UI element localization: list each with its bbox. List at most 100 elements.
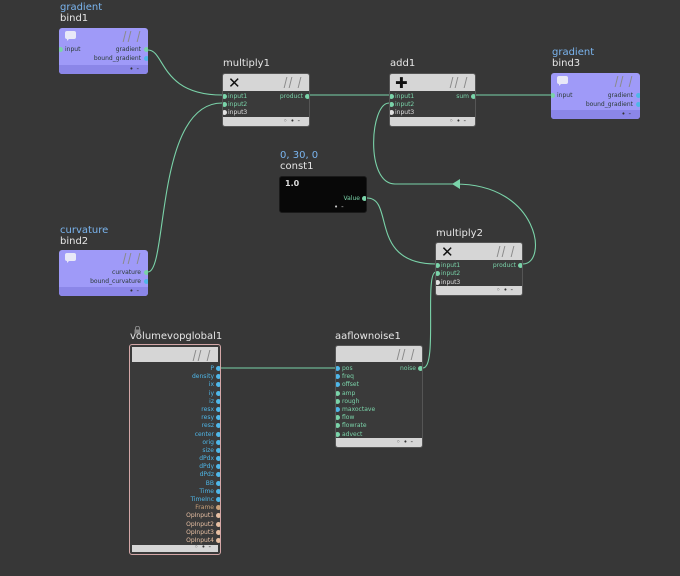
port-dot[interactable] (336, 374, 340, 380)
port-dot[interactable] (216, 488, 220, 494)
port-dot[interactable] (144, 56, 148, 61)
node-flags-icon[interactable] (122, 253, 144, 264)
port-dot[interactable] (216, 464, 220, 470)
port-label: P (210, 365, 214, 372)
node-body[interactable]: 1.0 Value •- (279, 176, 367, 213)
port-row[interactable]: OpInput3 (141, 529, 220, 536)
port-dot[interactable] (144, 47, 148, 52)
port-dot[interactable] (216, 497, 220, 502)
port-label: amp (342, 389, 356, 397)
port-dot[interactable] (636, 102, 640, 107)
node-body[interactable]: ✚ input1 input2 input3 sum ◦•- (389, 73, 476, 127)
port-dot[interactable] (336, 390, 340, 396)
port-dot[interactable] (216, 480, 220, 486)
port-row[interactable]: resz (141, 422, 220, 430)
port-dot[interactable] (390, 102, 394, 107)
node-body[interactable]: ✕ input1 input2 input3 product ◦•- (435, 242, 523, 296)
port-row[interactable]: dPdz (141, 471, 220, 478)
port-dot[interactable] (223, 110, 227, 115)
port-label: maxoctave (342, 405, 376, 413)
port-row[interactable]: Time (141, 488, 220, 495)
port-dot[interactable] (336, 366, 340, 371)
port-dot[interactable] (336, 398, 340, 404)
port-dot[interactable] (223, 94, 227, 99)
port-row[interactable]: density (141, 373, 220, 380)
node-flags-icon[interactable] (122, 31, 144, 42)
port-row[interactable]: center (141, 431, 220, 438)
port-label: resz (201, 422, 214, 430)
port-dot[interactable] (336, 406, 340, 412)
port-row[interactable]: resx (141, 406, 220, 413)
wire-multiply2-add1 (373, 102, 536, 265)
port-row[interactable]: dPdx (141, 455, 220, 462)
node-title: bind2 (60, 236, 89, 247)
port-dot[interactable] (223, 102, 227, 107)
port-dot[interactable] (436, 280, 440, 285)
port-dot[interactable] (216, 390, 220, 396)
port-dot[interactable] (216, 382, 220, 388)
port-dot[interactable] (636, 93, 640, 98)
port-dot[interactable] (216, 439, 220, 445)
port-row[interactable]: OpInput1 (141, 512, 220, 519)
port-row[interactable]: TimeInc (141, 496, 220, 503)
port-row[interactable]: BB (141, 480, 220, 487)
port-dot[interactable] (216, 415, 220, 421)
port-row[interactable]: orig (141, 439, 220, 446)
node-flags-icon[interactable] (496, 246, 518, 257)
port-dot[interactable] (216, 423, 220, 429)
port-dot[interactable] (305, 94, 309, 99)
port-label: bound_gradient (93, 55, 141, 62)
port-dot[interactable] (471, 94, 475, 99)
port-dot[interactable] (216, 406, 220, 412)
port-row[interactable]: iy (141, 390, 220, 397)
port-dot[interactable] (336, 423, 340, 429)
port-dot[interactable] (216, 537, 220, 543)
port-row[interactable]: P (141, 365, 220, 372)
port-label: gradient (607, 92, 633, 99)
node-flags-icon[interactable] (449, 77, 471, 88)
port-dot[interactable] (336, 415, 340, 421)
port-dot[interactable] (216, 521, 220, 527)
port-dot[interactable] (390, 94, 394, 99)
node-flags-icon[interactable] (614, 76, 636, 87)
port-dot[interactable] (216, 366, 220, 371)
node-body[interactable]: ✕ input1 input2 input3 product ◦•- (222, 73, 310, 127)
port-dot[interactable] (518, 263, 522, 268)
port-dot[interactable] (362, 196, 366, 201)
port-dot[interactable] (144, 270, 148, 275)
port-row[interactable]: Frame (141, 504, 220, 511)
port-dot[interactable] (216, 374, 220, 380)
port-dot[interactable] (436, 263, 440, 268)
port-row[interactable]: ix (141, 381, 220, 388)
port-dot[interactable] (216, 513, 220, 519)
port-dot[interactable] (144, 279, 148, 284)
node-body[interactable]: curvature bound_curvature •- (59, 250, 148, 296)
node-body[interactable]: P density ix iy iz resx resy resz center… (129, 344, 221, 555)
port-row[interactable]: dPdy (141, 463, 220, 470)
port-row[interactable]: iz (141, 398, 220, 405)
node-body[interactable]: input gradient bound_gradient •- (59, 28, 148, 74)
port-dot[interactable] (216, 505, 220, 511)
port-row[interactable]: resy (141, 414, 220, 421)
port-dot[interactable] (216, 529, 220, 535)
node-flags-icon[interactable] (396, 349, 418, 360)
port-dot[interactable] (336, 382, 340, 388)
port-dot[interactable] (216, 431, 220, 437)
port-dot[interactable] (390, 110, 394, 115)
port-dot[interactable] (216, 456, 220, 462)
node-body[interactable]: pos freq offset amp rough maxoctave flow… (335, 345, 423, 448)
port-row[interactable]: OpInput2 (141, 521, 220, 528)
port-dot[interactable] (436, 271, 440, 276)
port-dot[interactable] (216, 472, 220, 478)
port-dot[interactable] (418, 366, 422, 371)
port-dot[interactable] (216, 398, 220, 404)
node-flags-icon[interactable] (283, 77, 305, 88)
port-row[interactable]: size (141, 447, 220, 454)
node-flags-icon[interactable] (192, 350, 214, 361)
lock-icon[interactable] (134, 319, 141, 334)
node-body[interactable]: input gradient bound_gradient •- (551, 73, 640, 119)
port-dot[interactable] (216, 447, 220, 453)
port-dot[interactable] (336, 431, 340, 437)
port-dot[interactable] (59, 47, 63, 52)
port-dot[interactable] (551, 93, 555, 98)
